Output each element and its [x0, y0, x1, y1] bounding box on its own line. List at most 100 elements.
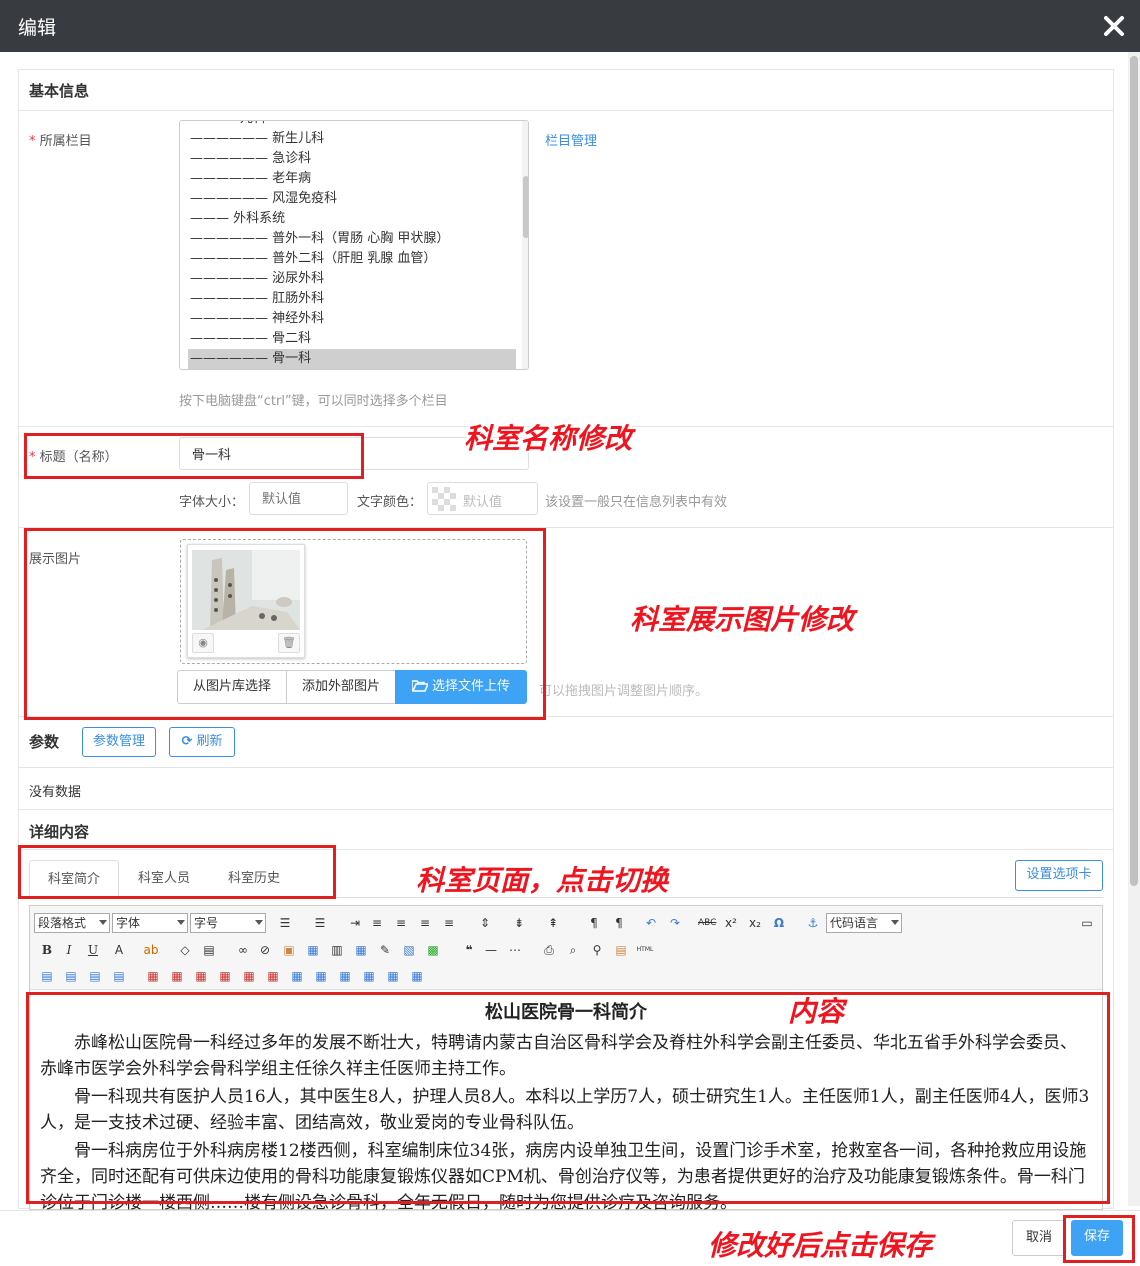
float-left-icon[interactable]: ▤ — [38, 967, 56, 985]
listbox-scrollbar-thumb[interactable] — [523, 176, 528, 238]
eraser-icon[interactable]: ◇ — [176, 941, 194, 959]
column-option[interactable]: —————— 风湿免疫科 — [190, 189, 337, 209]
template-icon[interactable]: ▤ — [612, 941, 630, 959]
float-none-icon[interactable]: ▤ — [86, 967, 104, 985]
split-rows-icon[interactable]: ▦ — [360, 967, 378, 985]
undo-icon[interactable]: ↶ — [642, 914, 660, 932]
attachment-icon[interactable]: ✎ — [376, 941, 394, 959]
param-manage-button[interactable]: 参数管理 — [82, 727, 156, 757]
blockquote-icon[interactable]: ❝ — [460, 941, 478, 959]
delete-row-icon[interactable]: ▦ — [216, 967, 234, 985]
search-replace-icon[interactable]: ⚲ — [588, 941, 606, 959]
font-size-input[interactable] — [249, 482, 348, 515]
column-option-selected[interactable]: —————— 骨一科 — [190, 349, 311, 369]
dialog-scrollbar-thumb[interactable] — [1130, 56, 1138, 886]
listbox-scrollbar[interactable] — [522, 121, 528, 369]
underline-icon[interactable]: U — [84, 941, 102, 959]
column-option[interactable]: —————— 普外二科（肝胆 乳腺 血管） — [190, 249, 436, 269]
close-icon[interactable] — [1098, 10, 1130, 42]
editor-toolbar: 段落格式 字体 字号 ☰ ☰ ⇥ ≡ ≡ ≡ ≡ ⇕ ⇟ ⇞ ¶ ¶ ↶ ↷ A… — [30, 906, 1102, 990]
delete-col-icon[interactable]: ▦ — [240, 967, 258, 985]
style-hint: 该设置一般只在信息列表中有效 — [545, 495, 728, 510]
highlight-icon[interactable]: ab — [142, 941, 160, 959]
annotation-box-title — [24, 433, 364, 479]
font-color-icon[interactable]: A — [110, 941, 128, 959]
annotation-box-image — [24, 528, 546, 720]
link-icon[interactable]: ∞ — [234, 941, 252, 959]
paragraph-format-value: 段落格式 — [38, 916, 87, 930]
map-icon[interactable]: ▧ — [400, 941, 418, 959]
unordered-list-icon[interactable]: ☰ — [311, 914, 329, 932]
paragraph-format-select[interactable]: 段落格式 — [34, 913, 110, 933]
align-center-icon[interactable]: ≡ — [392, 914, 410, 932]
anchor-icon[interactable]: ⚓ — [804, 914, 822, 932]
insert-row-icon[interactable]: ▦ — [168, 967, 186, 985]
paragraph-spacing-icon[interactable]: ⇟ — [510, 914, 528, 932]
subscript-icon[interactable]: x₂ — [746, 914, 764, 932]
unlink-icon[interactable]: ⊘ — [256, 941, 274, 959]
insert-table-icon[interactable]: ▦ — [144, 967, 162, 985]
column-option[interactable]: —————— 老年病 — [190, 169, 311, 189]
align-right-icon[interactable]: ≡ — [416, 914, 434, 932]
rtl-icon[interactable]: ¶ — [610, 914, 628, 932]
special-char-icon[interactable]: Ω — [770, 914, 788, 932]
merge-cells-icon[interactable]: ▦ — [264, 967, 282, 985]
column-manage-link[interactable]: 栏目管理 — [545, 130, 597, 149]
align-left-icon[interactable]: ≡ — [368, 914, 386, 932]
column-option[interactable]: —————— 急诊科 — [190, 149, 311, 169]
font-size-select[interactable]: 字号 — [190, 913, 266, 933]
fullscreen-icon[interactable]: ▭ — [1078, 914, 1096, 932]
refresh-button[interactable]: ⟳ 刷新 — [169, 727, 235, 757]
column-option[interactable]: —————— 普外一科（胃肠 心胸 甲状腺） — [190, 229, 449, 249]
ordered-list-icon[interactable]: ☰ — [276, 914, 294, 932]
code-language-select[interactable]: 代码语言 — [826, 913, 902, 933]
indent-icon[interactable]: ⇥ — [346, 914, 364, 932]
table-icon[interactable]: ▦ — [352, 941, 370, 959]
params-empty-text: 没有数据 — [29, 785, 82, 800]
html-source-icon[interactable]: HTML — [636, 941, 654, 959]
merge-right-icon[interactable]: ▦ — [288, 967, 306, 985]
paste-plain-icon[interactable]: ▤ — [200, 941, 218, 959]
tab-settings-button[interactable]: 设置选项卡 — [1015, 860, 1103, 891]
column-option[interactable]: —————— 泌尿外科 — [190, 269, 324, 289]
ltr-icon[interactable]: ¶ — [585, 914, 603, 932]
column-option[interactable]: —————— 新生儿科 — [190, 129, 324, 149]
italic-icon[interactable]: I — [60, 941, 78, 959]
font-color-picker[interactable]: 默认值 — [427, 482, 538, 515]
horizontal-rule-icon[interactable]: — — [482, 941, 500, 959]
font-family-value: 字体 — [116, 916, 141, 930]
bold-icon[interactable]: B — [38, 941, 56, 959]
word-image-icon[interactable]: ▦ — [304, 941, 322, 959]
font-family-select[interactable]: 字体 — [112, 913, 188, 933]
image-icon[interactable]: ▣ — [280, 941, 298, 959]
column-multiselect[interactable]: 儿科 —————— 新生儿科 —————— 急诊科 —————— 老年病 ———… — [179, 120, 529, 370]
cancel-button[interactable]: 取消 — [1012, 1220, 1066, 1256]
line-height-icon[interactable]: ⇕ — [476, 914, 494, 932]
table-props-icon[interactable]: ▦ — [408, 967, 426, 985]
merge-down-icon[interactable]: ▦ — [312, 967, 330, 985]
split-cells-icon[interactable]: ▦ — [336, 967, 354, 985]
float-center-icon[interactable]: ▤ — [110, 967, 128, 985]
video-icon[interactable]: ▥ — [328, 941, 346, 959]
column-option-partial[interactable]: 儿科 — [240, 121, 266, 129]
page-break-icon[interactable]: ⋯ — [506, 941, 524, 959]
superscript-icon[interactable]: x² — [722, 914, 740, 932]
column-hint: 按下电脑键盘“ctrl”键，可以同时选择多个栏目 — [179, 394, 448, 409]
annotation-box-content — [26, 992, 1110, 1204]
column-option[interactable]: —————— 肛肠外科 — [190, 289, 324, 309]
transparent-swatch-icon[interactable] — [432, 487, 456, 511]
align-justify-icon[interactable]: ≡ — [440, 914, 458, 932]
column-option[interactable]: —————— 骨二科 — [190, 329, 311, 349]
column-option[interactable]: —————— 神经外科 — [190, 309, 324, 329]
gmap-icon[interactable]: ▩ — [424, 941, 442, 959]
row-spacing-icon[interactable]: ⇞ — [544, 914, 562, 932]
strikethrough-icon[interactable]: ABC — [698, 914, 716, 932]
split-cols-icon[interactable]: ▦ — [384, 967, 402, 985]
column-option[interactable]: ——— 外科系统 — [190, 209, 285, 229]
insert-col-icon[interactable]: ▦ — [192, 967, 210, 985]
preview-icon[interactable]: ⌕ — [564, 941, 582, 959]
print-icon[interactable]: ⎙ — [540, 941, 558, 959]
redo-icon[interactable]: ↷ — [666, 914, 684, 932]
dialog-titlebar: 编辑 — [0, 0, 1140, 52]
float-right-icon[interactable]: ▤ — [62, 967, 80, 985]
